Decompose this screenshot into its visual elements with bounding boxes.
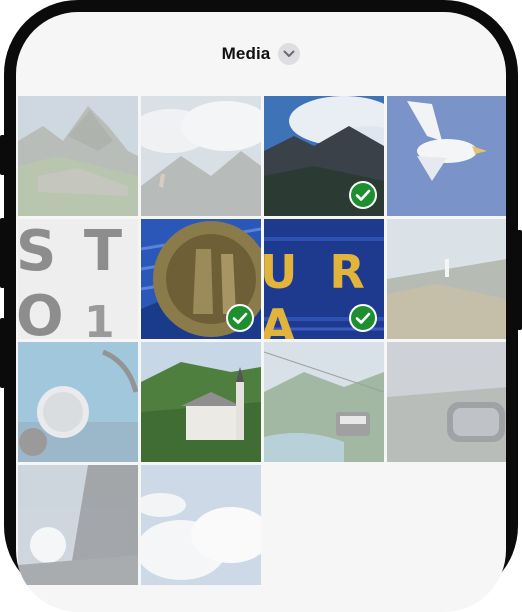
photo-machu-picchu[interactable] xyxy=(18,96,138,216)
checkmark-icon xyxy=(349,181,377,209)
power-button xyxy=(517,230,522,330)
checkmark-icon xyxy=(226,304,254,332)
photo-image xyxy=(18,96,138,216)
chevron-down-icon[interactable] xyxy=(278,43,301,65)
photo-hillside-statue[interactable] xyxy=(387,219,506,339)
photo-image xyxy=(141,96,261,216)
checkmark-icon xyxy=(349,304,377,332)
media-picker-header[interactable]: Media xyxy=(16,12,506,96)
photo-cable-car-bay[interactable] xyxy=(264,342,384,462)
photo-seagull[interactable] xyxy=(387,96,506,216)
photo-road-side-mirror[interactable] xyxy=(387,342,506,462)
side-button xyxy=(0,135,5,175)
photo-letters-sto[interactable]: S T O 1 xyxy=(18,219,138,339)
photo-sun-cliff[interactable] xyxy=(18,465,138,585)
photo-image xyxy=(18,465,138,585)
photo-mountain-blue-sky[interactable] xyxy=(264,96,384,216)
photo-mountain-clouds[interactable] xyxy=(141,96,261,216)
photo-white-church[interactable] xyxy=(141,342,261,462)
photo-metal-emblem[interactable] xyxy=(141,219,261,339)
photo-image xyxy=(387,219,506,339)
photo-image xyxy=(141,342,261,462)
photo-image xyxy=(387,96,506,216)
photo-car-dashboard[interactable] xyxy=(18,342,138,462)
photo-image xyxy=(387,342,506,462)
volume-down-button xyxy=(0,318,5,388)
media-grid: S T O 1 U R A xyxy=(16,96,506,585)
photo-blue-letters-ura[interactable]: U R A xyxy=(264,219,384,339)
photo-image xyxy=(264,342,384,462)
photo-image xyxy=(18,342,138,462)
media-title: Media xyxy=(221,44,271,63)
photo-image xyxy=(18,219,138,339)
photo-image xyxy=(141,465,261,585)
app-screen: Media S T O 1 U R A xyxy=(16,12,506,612)
volume-up-button xyxy=(0,218,5,288)
photo-white-clouds[interactable] xyxy=(141,465,261,585)
